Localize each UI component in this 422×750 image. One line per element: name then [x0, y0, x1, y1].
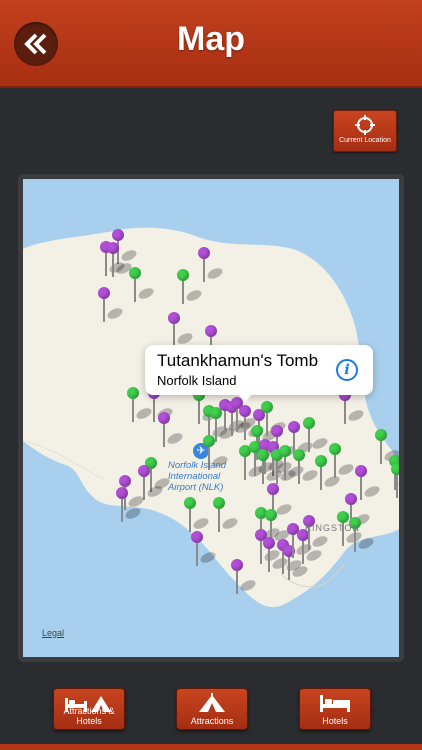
- current-location-label: Current Location: [339, 137, 391, 144]
- map-pin[interactable]: [198, 247, 225, 291]
- tab-label: Attractions: [190, 716, 234, 726]
- map-pin[interactable]: [191, 531, 218, 575]
- map-pin[interactable]: [303, 515, 330, 559]
- map-pin[interactable]: [375, 429, 399, 473]
- tab-label: Attractions & Hotels: [63, 706, 115, 726]
- tent-icon: [199, 693, 225, 712]
- pin-callout[interactable]: Tutankhamun's Tomb Norfolk Island i: [145, 345, 373, 402]
- bottom-accent-bar: [0, 744, 422, 750]
- map-pin[interactable]: [127, 387, 154, 431]
- map-pin[interactable]: [339, 389, 366, 433]
- map-pin[interactable]: [177, 269, 204, 313]
- info-icon[interactable]: i: [336, 359, 358, 381]
- map-pin[interactable]: [293, 449, 320, 493]
- app-header: Map: [0, 0, 422, 88]
- map-view[interactable]: ✈ Norfolk Island International Airport (…: [23, 179, 399, 657]
- tab-hotels[interactable]: Hotels: [299, 688, 371, 730]
- tab-attractions-and-hotels[interactable]: Attractions & Hotels: [53, 688, 125, 730]
- map-pin[interactable]: [315, 455, 342, 499]
- tab-attractions[interactable]: Attractions: [176, 688, 248, 730]
- map-pin[interactable]: [98, 287, 125, 331]
- callout-subtitle: Norfolk Island: [157, 373, 237, 388]
- map-pin[interactable]: [391, 463, 399, 507]
- map-pin[interactable]: [231, 559, 258, 603]
- town-label: KINGSTON: [305, 523, 360, 533]
- map-pin[interactable]: [329, 443, 356, 487]
- crosshair-icon: [355, 115, 375, 135]
- map-pin[interactable]: [116, 487, 143, 531]
- bed-icon: [320, 695, 350, 712]
- tab-label: Hotels: [322, 716, 348, 726]
- page-title: Map: [177, 20, 245, 58]
- map-pin[interactable]: [107, 242, 134, 286]
- callout-title: Tutankhamun's Tomb: [157, 351, 319, 370]
- map-pin[interactable]: [213, 497, 240, 541]
- legal-link[interactable]: Legal: [42, 628, 64, 638]
- map-pin[interactable]: [263, 537, 290, 581]
- map-pin[interactable]: [158, 412, 185, 456]
- map-pin[interactable]: [129, 267, 156, 311]
- callout-tail: [237, 393, 253, 402]
- airport-label: Norfolk Island International Airport (NL…: [168, 460, 227, 493]
- map-pin[interactable]: [337, 511, 364, 555]
- current-location-button[interactable]: Current Location: [333, 110, 397, 152]
- map-pin[interactable]: [279, 445, 306, 489]
